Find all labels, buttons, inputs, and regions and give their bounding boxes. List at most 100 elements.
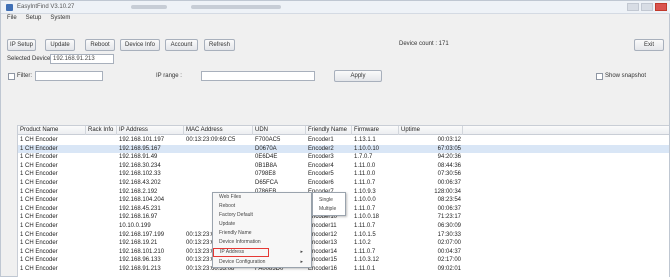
refresh-button[interactable]: Refresh — [204, 39, 235, 51]
cell-mac-address — [184, 162, 253, 170]
table-row[interactable]: 1 CH Encoder 192.168.197.199 00:13:23:09:B… — [18, 231, 669, 239]
cell-rack-info — [86, 196, 117, 204]
cell-product-name: 1 CH Encoder — [20, 162, 58, 169]
cell-uptime: 06:30:09 — [437, 223, 461, 229]
cell-product-name: 1 CH Encoder — [20, 180, 58, 186]
ip-range-input[interactable] — [201, 71, 315, 81]
update-button[interactable]: Update — [45, 39, 75, 51]
cell-uptime: 02:17:00 — [437, 257, 461, 264]
cell-uptime: 67:03:05 — [437, 145, 461, 152]
column-ip-address[interactable]: IP Address — [117, 126, 184, 135]
column-uptime[interactable]: Uptime — [399, 126, 463, 135]
show-snapshot-checkbox[interactable] — [596, 73, 603, 80]
table-row[interactable]: 1 CH Encoder 192.168.43.202 D65FCA Encoder6… — [18, 179, 669, 187]
table-row[interactable]: 1 CH Encoder 192.168.102.33 0798E8 Encoder5… — [18, 170, 669, 178]
cell-rack-info — [86, 213, 117, 221]
cell-rack-info — [86, 256, 117, 264]
menu-item-friendly-name[interactable]: Friendly Name — [213, 229, 311, 238]
table-row[interactable]: 1 CH Encoder 192.168.91.213 00:13:23:60:33… — [18, 265, 669, 273]
cell-product-name: 1 CH Encoder — [20, 240, 58, 247]
table-row[interactable]: 1 CH Encoder 192.168.30.234 0B1B8A Encoder4… — [18, 162, 669, 170]
menu-item-update[interactable]: Update — [213, 220, 311, 229]
cell-ip-address: 192.168.102.33 — [119, 171, 161, 178]
cell-firmware: 1.10.0.18 — [354, 214, 380, 221]
menu-system[interactable]: System — [50, 15, 70, 25]
table-row[interactable]: 1 CH Encoder 192.168.101.197 00:13:23:09:6… — [18, 136, 669, 144]
table-row[interactable]: 1 CH Encoder 192.168.91.49 0E6D4E Encoder3 1… — [18, 153, 669, 161]
cell-rack-info — [86, 239, 117, 247]
cell-rack-info — [86, 170, 117, 178]
table-row[interactable]: 1 CH Encoder 10.10.0.199 Encoder11 1.11.0.7… — [18, 222, 669, 230]
menu-item-factory-default[interactable]: Factory Default — [213, 211, 311, 220]
maximize-icon[interactable] — [641, 3, 653, 11]
cell-friendly-name: Encoder1 — [308, 137, 334, 143]
title-bar: EasyIntFind V3.10.27 — [1, 1, 670, 14]
cell-friendly-name: Encoder3 — [308, 154, 334, 161]
cell-rack-info — [86, 205, 117, 213]
device-info-button[interactable]: Device Info — [120, 39, 160, 51]
cell-uptime: 08:23:54 — [437, 197, 461, 204]
ip-range-label: IP range : — [156, 73, 182, 79]
filter-checkbox[interactable] — [8, 73, 15, 80]
submenu-item-multiple[interactable]: Multiple — [313, 205, 345, 214]
column-rack-info[interactable]: Rack Info — [86, 126, 117, 135]
table-row[interactable]: 1 CH Encoder 192.168.101.210 00:13:23:07:6… — [18, 248, 669, 256]
cell-friendly-name: Encoder14 — [308, 248, 338, 255]
cell-product-name: 1 CH Encoder — [20, 205, 58, 212]
menu-item-reboot[interactable]: Reboot — [213, 202, 311, 211]
cell-ip-address: 192.168.101.197 — [119, 137, 165, 143]
cell-mac-address — [184, 179, 253, 187]
cell-uptime: 08:44:36 — [437, 162, 461, 169]
cell-product-name: 1 CH Encoder — [20, 188, 58, 195]
app-icon — [6, 4, 13, 11]
menu-item-web-files[interactable]: Web Files — [213, 193, 311, 202]
cell-rack-info — [86, 265, 117, 273]
cell-product-name: 1 CH Encoder — [20, 137, 58, 143]
cell-firmware: 1.10.1.5 — [354, 231, 376, 238]
cell-firmware: 1.10.3.12 — [354, 257, 380, 264]
column-friendly-name[interactable]: Friendly Name — [306, 126, 352, 135]
cell-ip-address: 192.168.101.210 — [119, 248, 165, 255]
column-mac-address[interactable]: MAC Address — [184, 126, 253, 135]
table-row[interactable]: 1 CH Encoder 192.168.95.167 D0670A Encoder2… — [18, 144, 669, 153]
cell-udn: D0670A — [255, 145, 277, 152]
cell-friendly-name: Encoder13 — [308, 240, 338, 247]
cell-mac-address — [184, 145, 253, 153]
cell-product-name: 1 CH Encoder — [20, 214, 58, 221]
cell-firmware: 1.11.0.7 — [354, 180, 376, 186]
menu-file[interactable]: File — [7, 15, 17, 25]
cell-friendly-name: Encoder6 — [308, 180, 334, 186]
menu-item-device-configuration[interactable]: Device Configuration — [213, 258, 311, 267]
exit-button[interactable]: Exit — [634, 39, 664, 51]
close-icon[interactable] — [655, 3, 667, 11]
cell-ip-address: 192.168.197.199 — [119, 231, 165, 238]
ip-setup-button[interactable]: IP Setup — [7, 39, 36, 51]
filter-input[interactable] — [35, 71, 103, 81]
menu-item-device-information[interactable]: Device Information — [213, 238, 311, 247]
menu-item-ip-address[interactable]: IP Address — [213, 248, 269, 257]
submenu-arrow-icon: ▸ — [300, 249, 303, 255]
column-udn[interactable]: UDN — [253, 126, 306, 135]
table-row[interactable]: 1 CH Encoder 192.168.96.133 00:13:23:07:38… — [18, 256, 669, 264]
show-snapshot-label: Show snapshot — [605, 73, 647, 79]
cell-friendly-name: Encoder16 — [308, 266, 338, 272]
menu-setup[interactable]: Setup — [26, 15, 42, 25]
table-header: Product Name Rack Info IP Address MAC Ad… — [18, 126, 669, 135]
submenu-item-single[interactable]: Single — [313, 196, 345, 205]
account-button[interactable]: Account — [165, 39, 198, 51]
table-row[interactable]: 1 CH Encoder 192.168.19.21 00:13:23:60:15:… — [18, 239, 669, 247]
reboot-button[interactable]: Reboot — [85, 39, 115, 51]
column-product-name[interactable]: Product Name — [18, 126, 86, 135]
minimize-icon[interactable] — [627, 3, 639, 11]
cell-firmware: 1.7.0.7 — [354, 154, 373, 161]
cell-friendly-name: Encoder4 — [308, 162, 334, 169]
apply-button[interactable]: Apply — [334, 70, 382, 82]
column-firmware[interactable]: Firmware — [352, 126, 399, 135]
cell-product-name: 1 CH Encoder — [20, 171, 58, 178]
cell-firmware: 1.10.0.10 — [354, 145, 380, 152]
cell-friendly-name: Encoder2 — [308, 145, 334, 152]
cell-ip-address: 10.10.0.199 — [119, 223, 151, 229]
cell-ip-address: 192.168.104.204 — [119, 197, 165, 204]
selected-device-field[interactable]: 192.168.91.213 — [50, 54, 114, 64]
cell-uptime: 00:06:37 — [437, 205, 461, 212]
